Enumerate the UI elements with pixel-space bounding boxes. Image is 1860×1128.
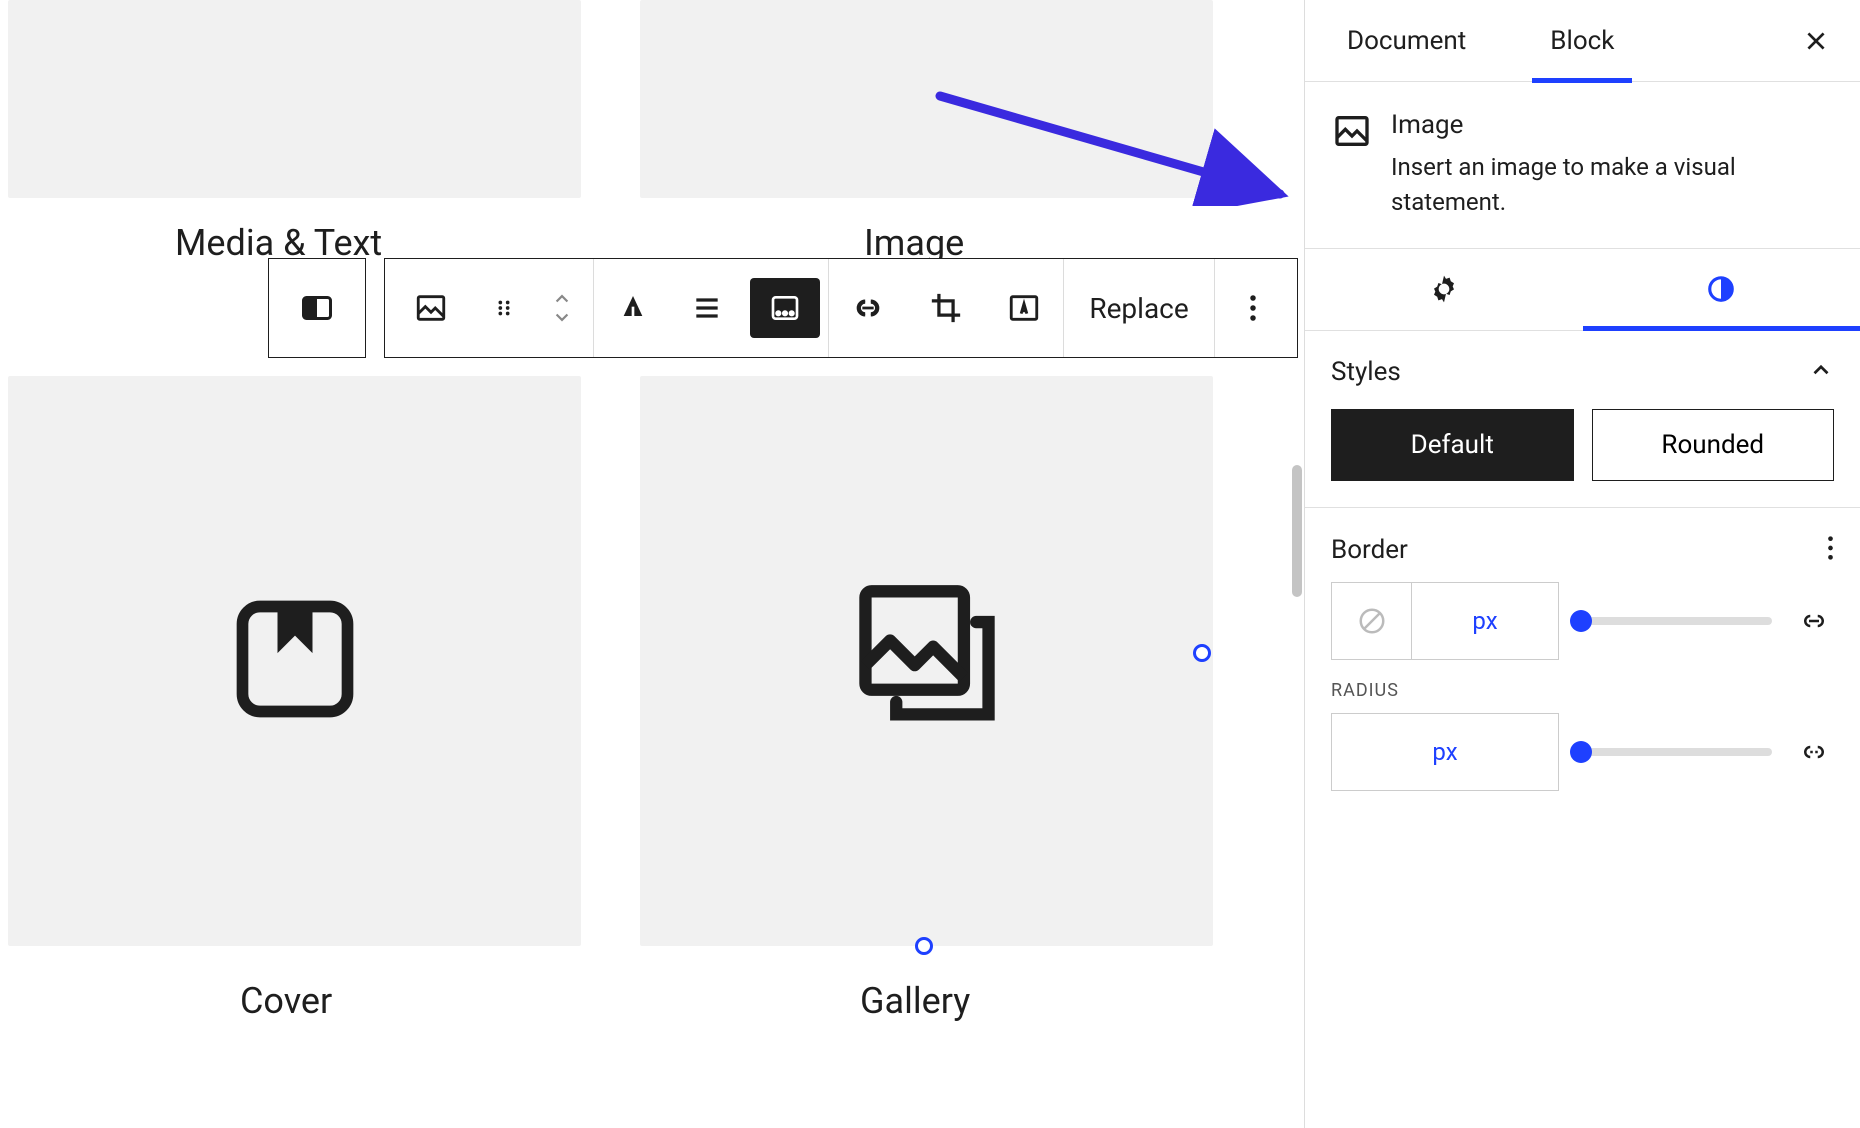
columns-5050-icon (299, 290, 335, 326)
chevron-updown-icon (549, 288, 575, 328)
toolbar-move-button[interactable] (531, 259, 593, 357)
selection-handle-bottom[interactable] (915, 937, 933, 955)
gear-icon (1428, 273, 1460, 305)
block-description: Insert an image to make a visual stateme… (1391, 150, 1834, 220)
style-default-button[interactable]: Default (1331, 409, 1574, 481)
radius-unlink-button[interactable] (1794, 737, 1834, 767)
border-unit: px (1472, 607, 1497, 635)
subtab-settings[interactable] (1305, 249, 1583, 330)
styles-halfcircle-icon (1706, 274, 1736, 304)
close-icon (1803, 28, 1829, 54)
label-gallery: Gallery (860, 980, 970, 1022)
lines-icon (691, 292, 723, 324)
sidebar-close-button[interactable] (1796, 21, 1836, 61)
border-panel: Border px RADIUS (1305, 508, 1860, 837)
toolbar-more-button[interactable] (1215, 259, 1291, 357)
chevron-up-icon (1808, 357, 1834, 383)
border-radius-input[interactable]: px (1331, 713, 1559, 791)
tab-document[interactable]: Document (1329, 26, 1484, 56)
styles-collapse-button[interactable] (1808, 357, 1834, 387)
styles-panel: Styles Default Rounded (1305, 331, 1860, 508)
cover-icon (225, 589, 365, 733)
block-preview-image[interactable] (640, 0, 1213, 198)
border-width-slider[interactable] (1581, 617, 1772, 625)
toolbar-caption-button[interactable] (750, 278, 820, 338)
scrollbar-thumb[interactable] (1292, 465, 1302, 597)
toolbar-replace-button[interactable]: Replace (1064, 259, 1214, 357)
align-icon (617, 292, 649, 324)
block-preview-gallery[interactable] (640, 376, 1213, 946)
caption-icon (769, 292, 801, 324)
toolbar-textalign-button[interactable] (672, 259, 742, 357)
toolbar-replace-label: Replace (1053, 292, 1224, 325)
border-width-input[interactable]: px (1331, 582, 1559, 660)
editor-canvas: Media & Text Image Cover Gallery (0, 0, 1290, 1128)
block-preview-media-text[interactable] (8, 0, 581, 198)
toolbar-block-type-button[interactable] (385, 259, 477, 357)
toolbar-crop-button[interactable] (907, 259, 985, 357)
toolbar-align-button[interactable] (594, 259, 672, 357)
toolbar-textoverlay-button[interactable] (985, 259, 1063, 357)
border-more-button[interactable] (1827, 534, 1834, 566)
gallery-icon (847, 579, 1007, 743)
toolbar-parent-block-button[interactable] (269, 259, 365, 357)
radius-unit: px (1432, 738, 1457, 766)
unlink-sides-icon (1799, 737, 1829, 767)
image-icon (1332, 111, 1372, 151)
tab-block[interactable]: Block (1532, 26, 1632, 56)
link-icon (851, 291, 885, 325)
subtab-styles[interactable] (1583, 249, 1860, 330)
slider-thumb[interactable] (1570, 741, 1592, 763)
block-info-header: Image Insert an image to make a visual s… (1305, 82, 1860, 249)
text-frame-icon (1007, 291, 1041, 325)
style-rounded-button[interactable]: Rounded (1592, 409, 1835, 481)
image-icon (414, 291, 448, 325)
block-info-icon (1331, 110, 1373, 152)
border-color-swatch[interactable] (1332, 583, 1412, 659)
selection-handle-right[interactable] (1193, 644, 1211, 662)
block-subtabs (1305, 249, 1860, 331)
drag-dots-icon (493, 297, 515, 319)
toolbar-drag-handle[interactable] (477, 259, 531, 357)
sidebar-tabs: Document Block (1305, 0, 1860, 82)
crop-icon (929, 291, 963, 325)
border-heading: Border (1331, 535, 1408, 565)
block-toolbar: Replace (268, 258, 1298, 358)
border-link-button[interactable] (1794, 606, 1834, 636)
link-sides-icon (1799, 606, 1829, 636)
none-icon (1357, 606, 1387, 636)
label-cover: Cover (240, 980, 332, 1022)
block-title: Image (1391, 110, 1834, 140)
slider-thumb[interactable] (1570, 610, 1592, 632)
radius-label: RADIUS (1331, 680, 1834, 701)
settings-sidebar: Document Block Image Insert an image to … (1304, 0, 1860, 1128)
border-radius-slider[interactable] (1581, 748, 1772, 756)
kebab-icon (1827, 534, 1834, 562)
styles-heading: Styles (1331, 357, 1401, 387)
kebab-icon (1249, 293, 1257, 323)
toolbar-link-button[interactable] (829, 259, 907, 357)
block-preview-cover[interactable] (8, 376, 581, 946)
